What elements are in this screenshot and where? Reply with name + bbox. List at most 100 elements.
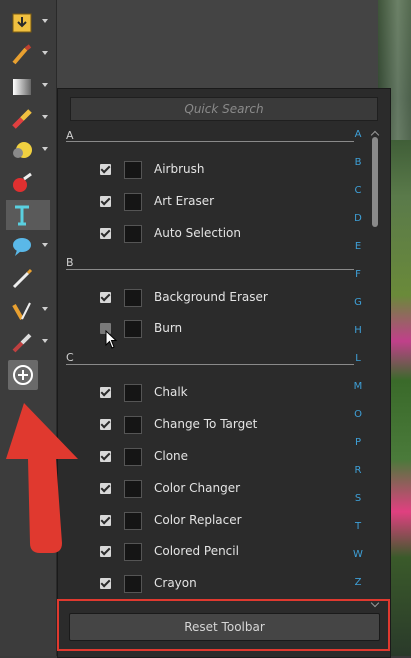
background-eraser-icon	[124, 289, 142, 307]
index-letter[interactable]: C	[352, 185, 364, 196]
paint-icon	[13, 172, 32, 192]
tool-paint[interactable]	[6, 168, 50, 198]
tool-dropdown-icon[interactable]	[42, 83, 48, 87]
index-letter[interactable]: O	[352, 409, 364, 420]
tool-dropdown-icon[interactable]	[42, 51, 48, 55]
tool-row-crayon[interactable]: Crayon	[98, 572, 348, 596]
checkbox[interactable]	[100, 483, 111, 494]
tool-label: Crayon	[154, 576, 197, 590]
tool-row-art-eraser[interactable]: Art Eraser	[98, 190, 348, 214]
index-letter[interactable]: A	[352, 129, 364, 140]
tool-smudge[interactable]	[6, 328, 50, 358]
vertical-scrollbar[interactable]	[370, 129, 380, 609]
tool-speech[interactable]	[6, 232, 50, 262]
tool-label: Chalk	[154, 385, 188, 399]
tool-row-burn[interactable]: Burn	[98, 317, 348, 341]
reset-toolbar-button[interactable]: Reset Toolbar	[69, 613, 380, 641]
checkbox[interactable]	[100, 578, 111, 589]
checkbox[interactable]	[100, 228, 111, 239]
crayon-icon	[124, 575, 142, 593]
checkbox[interactable]	[100, 164, 111, 175]
tool-dropdown-icon[interactable]	[42, 19, 48, 23]
gradient-icon	[13, 79, 31, 95]
pen-icon	[12, 268, 33, 289]
tool-label: Art Eraser	[154, 194, 215, 208]
index-letter[interactable]: T	[352, 521, 364, 532]
airbrush-icon	[124, 161, 142, 179]
index-letter[interactable]: Z	[352, 577, 364, 588]
tool-dropdown-icon[interactable]	[42, 339, 48, 343]
tool-dropper-brush[interactable]	[6, 296, 50, 326]
tool-row-clone[interactable]: Clone	[98, 445, 348, 469]
add-tool-button[interactable]	[8, 360, 38, 390]
tool-row-auto-selection[interactable]: Auto Selection	[98, 222, 348, 246]
color-changer-icon	[124, 480, 142, 498]
checkbox[interactable]	[100, 196, 111, 207]
index-letter[interactable]: G	[352, 297, 364, 308]
tool-dropdown-icon[interactable]	[42, 115, 48, 119]
section-header-b: B	[66, 256, 74, 269]
checkbox[interactable]	[100, 387, 111, 398]
burn-icon	[124, 320, 142, 338]
tool-pen[interactable]	[6, 264, 50, 294]
tool-row-chalk[interactable]: Chalk	[98, 381, 348, 405]
color-replacer-icon	[124, 512, 142, 530]
checkbox[interactable]	[100, 292, 111, 303]
index-letter[interactable]: F	[352, 269, 364, 280]
tool-brush[interactable]	[6, 40, 50, 70]
tool-row-color-changer[interactable]: Color Changer	[98, 477, 348, 501]
smudge-icon	[12, 333, 32, 353]
checkbox[interactable]	[100, 546, 111, 557]
tool-row-airbrush[interactable]: Airbrush	[98, 158, 348, 182]
section-header-c: C	[66, 351, 74, 364]
tool-dropdown-icon[interactable]	[42, 147, 48, 151]
art-eraser-icon	[124, 193, 142, 211]
tool-label: Change To Target	[154, 417, 258, 431]
tool-import[interactable]	[6, 8, 50, 38]
tool-gradient[interactable]	[6, 72, 50, 102]
checkbox[interactable]	[100, 419, 111, 430]
colored-pencil-icon	[124, 543, 142, 561]
index-letter[interactable]: M	[352, 381, 364, 392]
tool-label: Auto Selection	[154, 226, 241, 240]
index-letter[interactable]: H	[352, 325, 364, 336]
text-tool-icon	[15, 205, 29, 226]
index-letter[interactable]: D	[352, 213, 364, 224]
tool-label: Burn	[154, 321, 183, 335]
tool-row-change-to-target[interactable]: Change To Target	[98, 413, 348, 437]
index-letter[interactable]: E	[352, 241, 364, 252]
tool-row-background-eraser[interactable]: Background Eraser	[98, 286, 348, 310]
dodge-icon	[13, 142, 32, 158]
tool-eraser[interactable]	[6, 104, 50, 134]
section-divider	[66, 364, 354, 365]
eraser-icon	[12, 109, 32, 129]
chalk-icon	[124, 384, 142, 402]
index-letter[interactable]: S	[352, 493, 364, 504]
auto-selection-icon	[124, 225, 142, 243]
tool-label: Color Changer	[154, 481, 241, 495]
brush-icon	[12, 44, 32, 65]
tool-text[interactable]	[6, 200, 50, 230]
tool-row-color-replacer[interactable]: Color Replacer	[98, 509, 348, 533]
clone-icon	[124, 448, 142, 466]
index-letter[interactable]: B	[352, 157, 364, 168]
index-letter[interactable]: L	[352, 353, 364, 364]
plus-circle-icon	[13, 365, 33, 385]
tool-label: Background Eraser	[154, 290, 268, 304]
index-letter[interactable]: R	[352, 465, 364, 476]
tool-dropdown-icon[interactable]	[42, 243, 48, 247]
checkbox[interactable]	[100, 515, 111, 526]
scrollbar-thumb[interactable]	[372, 137, 378, 227]
tool-dropdown-icon[interactable]	[42, 307, 48, 311]
customize-toolbar-panel: Quick Search A Airbrush Art Eraser Auto …	[57, 88, 391, 658]
quick-search-input[interactable]: Quick Search	[70, 97, 378, 121]
tool-label: Airbrush	[154, 162, 205, 176]
tool-dodge[interactable]	[6, 136, 50, 166]
red-arrow-icon	[6, 403, 78, 553]
checkbox[interactable]	[100, 451, 111, 462]
index-letter[interactable]: W	[352, 549, 364, 560]
index-letter[interactable]: P	[352, 437, 364, 448]
speech-bubble-icon	[13, 238, 31, 256]
mouse-cursor-icon	[105, 330, 118, 349]
tool-row-colored-pencil[interactable]: Colored Pencil	[98, 540, 348, 564]
